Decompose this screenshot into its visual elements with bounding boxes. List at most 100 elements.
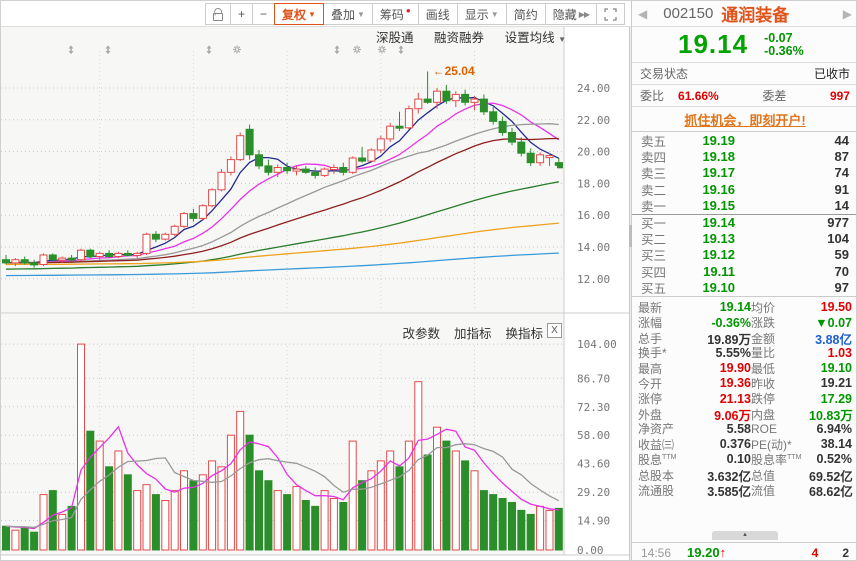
price-block: 19.14 -0.07 -0.36% [632, 27, 856, 62]
next-stock-arrow-icon[interactable]: ▶ [843, 7, 852, 21]
bid-row-1[interactable]: 买一 19.14 977 [632, 213, 856, 231]
high-price-annotation: ←25.04 [433, 64, 475, 78]
price-change-pct: -0.36% [764, 43, 804, 58]
stats-row: 换手* 5.55% 量比 1.03 [632, 344, 856, 361]
price-volume-chart[interactable]: 24.00 22.00 20.00 18.00 16.00 14.00 12.00 104.0… [1, 1, 631, 561]
indicator-links-row: 改参数 加指标 换指标 [281, 323, 543, 343]
svg-text:58.00: 58.00 [577, 429, 610, 442]
svg-text:72.30: 72.30 [577, 401, 610, 414]
quote-panel: ◀ 002150 通润装备 ▶ 19.14 -0.07 -0.36% 交易状态 … [632, 1, 856, 560]
zoom-out-button[interactable]: − [252, 3, 276, 25]
prev-stock-arrow-icon[interactable]: ◀ [638, 7, 647, 21]
order-qty: 74 [834, 165, 849, 181]
trade-status-row: 交易状态 已收市 [632, 62, 856, 84]
ask-row-3[interactable]: 卖三 19.17 74 [632, 165, 856, 181]
bid-row-2[interactable]: 买二 19.13 104 [632, 230, 856, 247]
bid-row-5[interactable]: 买五 19.10 97 [632, 280, 856, 296]
huaxian-button[interactable]: 画线 [417, 3, 458, 25]
stat-label: 内盘 [751, 408, 776, 423]
order-price: 19.18 [702, 149, 735, 165]
link-rongzirongquan[interactable]: 融资融券 [434, 27, 484, 46]
chouma-button[interactable]: 筹码 ● [371, 3, 419, 25]
stat-value: 0.52% [816, 452, 852, 467]
weibi-row: 委比 61.66% 委差 997 [632, 84, 856, 106]
svg-text:104.00: 104.00 [577, 338, 617, 351]
stats-row: 总股本 3.632亿 总值 69.52亿 [632, 466, 856, 484]
tick-volume: 4 [811, 545, 819, 560]
ask-row-2[interactable]: 卖四 19.18 87 [632, 148, 856, 165]
stat-value: 17.29 [820, 391, 852, 406]
stat-value: 68.62亿 [809, 485, 853, 500]
stat-value: 19.21 [820, 376, 852, 391]
open-account-ad-link[interactable]: 抓住机会，即刻开户! [684, 110, 805, 129]
stat-value: 19.36 [719, 376, 751, 391]
ask-row-5[interactable]: 卖一 19.15 14 [632, 198, 856, 214]
link-shezhijunxian[interactable]: 设置均线 ▼ [505, 27, 566, 46]
forward-arrows-icon: ▶▶ [578, 9, 590, 19]
tick-time: 14:56 [641, 545, 672, 560]
button-label: + [238, 7, 246, 21]
stat-value: 5.55% [715, 345, 751, 360]
order-qty: 14 [834, 198, 849, 214]
ask-row-4[interactable]: 卖二 19.16 91 [632, 181, 856, 198]
ask-row-1[interactable]: 卖五 19.19 44 [632, 132, 856, 149]
order-price: 19.10 [702, 280, 735, 296]
zoom-in-button[interactable]: + [230, 3, 254, 25]
switch-indicator-link[interactable]: 换指标 [505, 327, 543, 341]
stat-value: 3.585亿 [707, 485, 751, 500]
xianshi-button[interactable]: 显示 ▼ [456, 3, 507, 25]
button-label: 画线 [425, 7, 450, 22]
expand-button[interactable] [596, 3, 626, 25]
order-qty: 87 [834, 149, 849, 165]
svg-text:24.00: 24.00 [577, 82, 610, 95]
order-price: 19.11 [703, 263, 735, 279]
stat-value: 1.03 [827, 345, 852, 360]
stat-value: 21.13 [719, 391, 751, 406]
order-price: 19.14 [702, 215, 735, 231]
button-label: − [260, 7, 268, 21]
yincang-button[interactable]: 隐藏 ▶▶ [544, 3, 598, 25]
order-qty: 70 [834, 263, 849, 279]
collapse-handle[interactable]: ▲ [712, 531, 778, 540]
lock-button[interactable] [205, 3, 231, 25]
stats-row: 最高 19.90 最低 19.10 [632, 360, 856, 376]
weicha-label: 委差 [762, 89, 787, 103]
stats-row: 涨幅 -0.36% 涨跌 ▼0.07 [632, 314, 856, 331]
bid-row-3[interactable]: 买三 19.12 59 [632, 247, 856, 263]
stats-row: 今开 19.36 昨收 19.21 [632, 375, 856, 391]
stat-value: 19.14 [719, 300, 751, 315]
link-shengutong[interactable]: 深股通 [376, 27, 414, 46]
bid-row-4[interactable]: 买四 19.11 70 [632, 263, 856, 280]
fuquan-button[interactable]: 复权 ▼ [274, 3, 324, 25]
stats-grid: 最新 19.14 均价 19.50 涨幅 -0.36% 涨跌 ▼0.07 总手 19.89万 金额 3… [632, 295, 856, 500]
stats-row: 收益㈢ 0.376 PE(动)* 38.14 [632, 436, 856, 452]
order-price: 19.16 [702, 181, 735, 197]
stat-value: 0.376 [719, 437, 751, 452]
tick-footer: 14:56 19.20 ↑ 4 2 [632, 542, 856, 560]
stats-row: 总手 19.89万 金额 3.88亿 [632, 329, 856, 347]
tick-price: 19.20 [687, 545, 720, 560]
order-price: 19.13 [702, 231, 735, 247]
add-indicator-link[interactable]: 加指标 [454, 327, 492, 341]
weibi-value: 61.66% [678, 88, 719, 103]
svg-text:86.70: 86.70 [577, 372, 610, 385]
close-indicator-button[interactable]: X [547, 323, 562, 338]
order-price: 19.17 [702, 165, 735, 181]
jianyue-button[interactable]: 简约 [505, 3, 546, 25]
trade-status-value: 已收市 [813, 67, 850, 81]
red-dot-icon: ● [405, 5, 411, 15]
expand-icon [604, 7, 617, 21]
quote-header: ◀ 002150 通润装备 ▶ [632, 1, 856, 27]
overlay-links-row: 深股通 融资融券 设置均线 ▼ [376, 27, 566, 46]
order-qty: 59 [834, 247, 849, 263]
diejia-button[interactable]: 叠加 ▼ [322, 3, 373, 25]
stat-value: 19.90 [719, 361, 751, 376]
stock-code: 002150 [663, 5, 714, 22]
change-params-link[interactable]: 改参数 [402, 327, 440, 341]
unlock-icon [213, 12, 223, 21]
toolbar-buttons: + − 复权 ▼ 叠加 ▼ 筹码 ● 画线 显示 ▼ 简约 隐藏 ▶▶ [205, 3, 626, 25]
chevron-down-icon: ▼ [356, 9, 365, 19]
order-qty: 977 [827, 215, 849, 231]
chevron-down-icon: ▼ [490, 9, 499, 19]
stat-label: 流通股 [638, 484, 675, 499]
